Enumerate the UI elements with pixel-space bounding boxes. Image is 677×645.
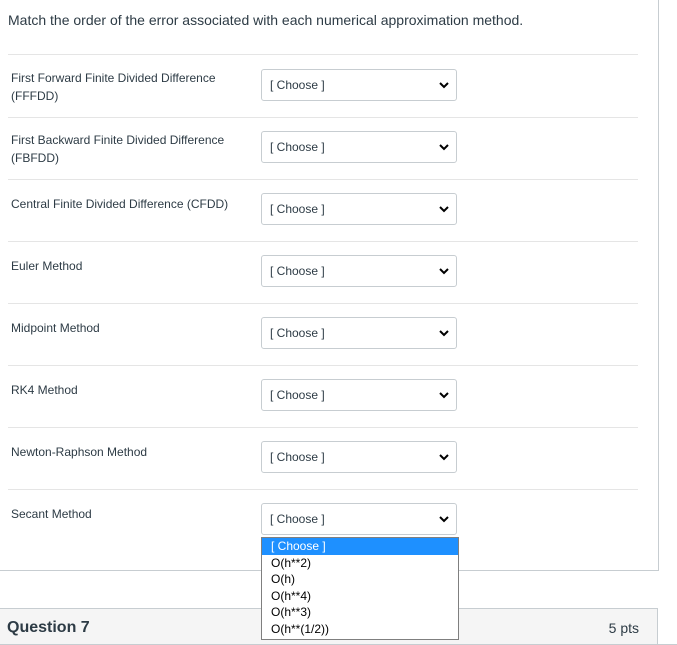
dropdown-option[interactable]: O(h) — [262, 571, 458, 588]
select-value: [ Choose ] — [270, 450, 325, 464]
select-value: [ Choose ] — [270, 78, 325, 92]
match-label: Newton-Raphson Method — [11, 445, 148, 459]
chevron-down-icon — [439, 82, 449, 89]
match-label: Midpoint Method — [11, 321, 100, 335]
chevron-down-icon — [439, 206, 449, 213]
match-row: RK4 Method [ Choose ] — [8, 365, 638, 428]
answer-select[interactable]: [ Choose ] — [261, 131, 457, 163]
match-label: Central Finite Divided Difference (CFDD) — [11, 197, 229, 211]
answer-select[interactable]: [ Choose ] — [261, 441, 457, 473]
chevron-down-icon — [439, 144, 449, 151]
select-value: [ Choose ] — [270, 388, 325, 402]
dropdown-option[interactable]: [ Choose ] — [262, 538, 458, 555]
match-row: First Backward Finite Divided Difference… — [8, 117, 638, 180]
question-title: Question 7 — [7, 619, 90, 636]
answer-select[interactable]: [ Choose ] — [261, 317, 457, 349]
dropdown-option[interactable]: O(h**2) — [262, 555, 458, 572]
answer-select[interactable]: [ Choose ] — [261, 255, 457, 287]
match-label: Euler Method — [11, 259, 83, 273]
dropdown-option[interactable]: O(h**4) — [262, 588, 458, 605]
match-label: First Forward Finite Divided Difference … — [11, 71, 216, 103]
match-row: Midpoint Method [ Choose ] — [8, 303, 638, 366]
match-row: Newton-Raphson Method [ Choose ] — [8, 427, 638, 490]
select-value: [ Choose ] — [270, 140, 325, 154]
answer-select[interactable]: [ Choose ] — [261, 379, 457, 411]
match-row: First Forward Finite Divided Difference … — [8, 55, 638, 118]
answer-select-open[interactable]: [ Choose ] — [261, 503, 457, 535]
match-label: RK4 Method — [11, 383, 78, 397]
select-value: [ Choose ] — [270, 512, 325, 526]
chevron-down-icon — [439, 454, 449, 461]
match-row: Central Finite Divided Difference (CFDD)… — [8, 179, 638, 242]
answer-select[interactable]: [ Choose ] — [261, 69, 457, 101]
question-prompt: Match the order of the error associated … — [8, 12, 524, 28]
match-label: First Backward Finite Divided Difference… — [11, 133, 225, 165]
question-card: Match the order of the error associated … — [0, 0, 659, 571]
dropdown-option[interactable]: O(h**(1/2)) — [262, 621, 458, 638]
match-label: Secant Method — [11, 507, 92, 521]
select-value: [ Choose ] — [270, 264, 325, 278]
question-points: 5 pts — [608, 620, 639, 636]
match-row: Euler Method [ Choose ] — [8, 241, 638, 304]
answer-select[interactable]: [ Choose ] — [261, 193, 457, 225]
chevron-down-icon — [439, 268, 449, 275]
dropdown-option[interactable]: O(h**3) — [262, 604, 458, 621]
chevron-down-icon — [439, 330, 449, 337]
dropdown-options-list[interactable]: [ Choose ] O(h**2) O(h) O(h**4) O(h**3) … — [261, 537, 459, 640]
chevron-down-icon — [439, 516, 449, 523]
select-value: [ Choose ] — [270, 202, 325, 216]
select-value: [ Choose ] — [270, 326, 325, 340]
chevron-down-icon — [439, 392, 449, 399]
